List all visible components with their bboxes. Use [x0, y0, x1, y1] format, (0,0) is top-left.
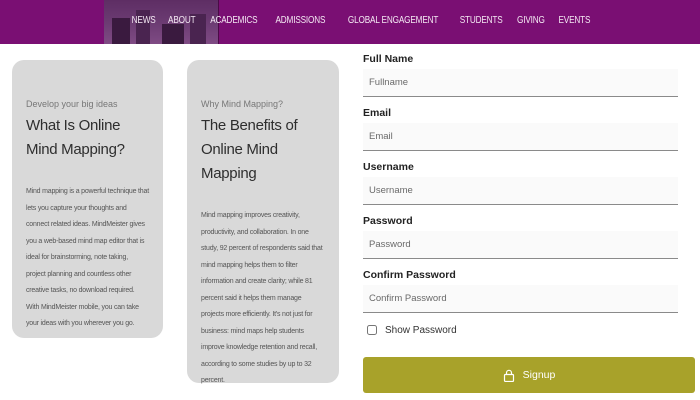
- card-body: Mind mapping improves creativity, produc…: [201, 212, 323, 384]
- card-title: What Is Online Mind Mapping?: [26, 117, 125, 158]
- card-body: Mind mapping is a powerful technique tha…: [26, 188, 149, 327]
- nav-global-engagement[interactable]: GLOBAL ENGAGEMENT: [348, 14, 438, 28]
- card-kicker: Develop your big ideas: [26, 99, 118, 109]
- nav-academics[interactable]: ACADEMICS: [211, 14, 258, 28]
- info-card-benefits: Why Mind Mapping? The Benefits of Online…: [187, 60, 339, 384]
- confirm-password-input[interactable]: [363, 285, 678, 313]
- show-password-label[interactable]: Show Password: [385, 325, 457, 336]
- nav-students[interactable]: STUDENTS: [460, 14, 503, 28]
- signup-label: Signup: [522, 369, 556, 381]
- confirm-password-label: Confirm Password: [363, 269, 456, 281]
- signup-form: Full Name Email Username Password Confir…: [363, 52, 679, 338]
- password-input[interactable]: [363, 231, 678, 259]
- fullname-label: Full Name: [363, 53, 414, 65]
- main-nav: NEWS ABOUT ACADEMICS ADMISSIONS GLOBAL E…: [129, 14, 594, 28]
- lock-icon: [503, 369, 514, 382]
- nav-giving[interactable]: GIVING: [517, 14, 545, 28]
- nav-admissions[interactable]: ADMISSIONS: [276, 14, 326, 28]
- email-label: Email: [363, 107, 392, 119]
- username-input[interactable]: [363, 177, 678, 205]
- show-password-checkbox[interactable]: [367, 325, 377, 335]
- email-input[interactable]: [363, 123, 678, 151]
- nav-about[interactable]: ABOUT: [168, 14, 196, 28]
- fullname-input[interactable]: [363, 69, 678, 97]
- password-label: Password: [363, 215, 413, 227]
- show-password-row: Show Password: [363, 322, 679, 338]
- nav-news[interactable]: NEWS: [131, 14, 155, 28]
- signup-button[interactable]: Signup: [363, 357, 695, 393]
- username-label: Username: [363, 161, 414, 173]
- top-navbar: NEWS ABOUT ACADEMICS ADMISSIONS GLOBAL E…: [0, 0, 700, 44]
- nav-events[interactable]: EVENTS: [559, 14, 591, 28]
- info-card-online-mind-mapping: Develop your big ideas What Is Online Mi…: [12, 60, 163, 338]
- card-kicker: Why Mind Mapping?: [201, 99, 284, 109]
- card-title: The Benefits of Online Mind Mapping: [201, 117, 298, 182]
